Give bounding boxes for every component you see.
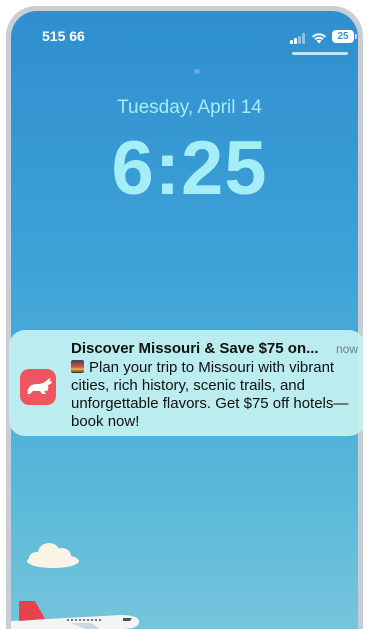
notification-timestamp: now <box>336 342 359 356</box>
cloud-illustration <box>23 539 81 569</box>
wallpaper-speck <box>194 69 200 74</box>
wifi-icon <box>312 33 326 44</box>
battery-icon: 25 <box>332 30 354 43</box>
carrier-label: 515 66 <box>42 28 85 44</box>
phone-frame: 515 66 25 Tuesday, April 14 6:25 Discove… <box>6 6 363 629</box>
lock-time: 6:25 <box>111 126 268 211</box>
notification-title: Discover Missouri & Save $75 on... <box>71 340 319 357</box>
status-bar: 515 66 25 <box>11 11 358 55</box>
signal-icon <box>290 33 306 44</box>
notification-body-text: Plan your trip to Missouri with vibrant … <box>71 359 349 430</box>
battery-tip <box>355 34 357 39</box>
notification-body: Plan your trip to Missouri with vibrant … <box>71 359 363 431</box>
lock-screen[interactable]: 515 66 25 Tuesday, April 14 6:25 <box>11 11 358 629</box>
rabbit-icon <box>20 369 56 405</box>
lock-date: Tuesday, April 14 <box>117 97 262 118</box>
notification-card[interactable]: Discover Missouri & Save $75 on... now P… <box>9 330 363 436</box>
sunset-emoji <box>71 360 84 373</box>
airplane-illustration <box>11 591 151 629</box>
status-indicator-bar <box>292 52 348 55</box>
